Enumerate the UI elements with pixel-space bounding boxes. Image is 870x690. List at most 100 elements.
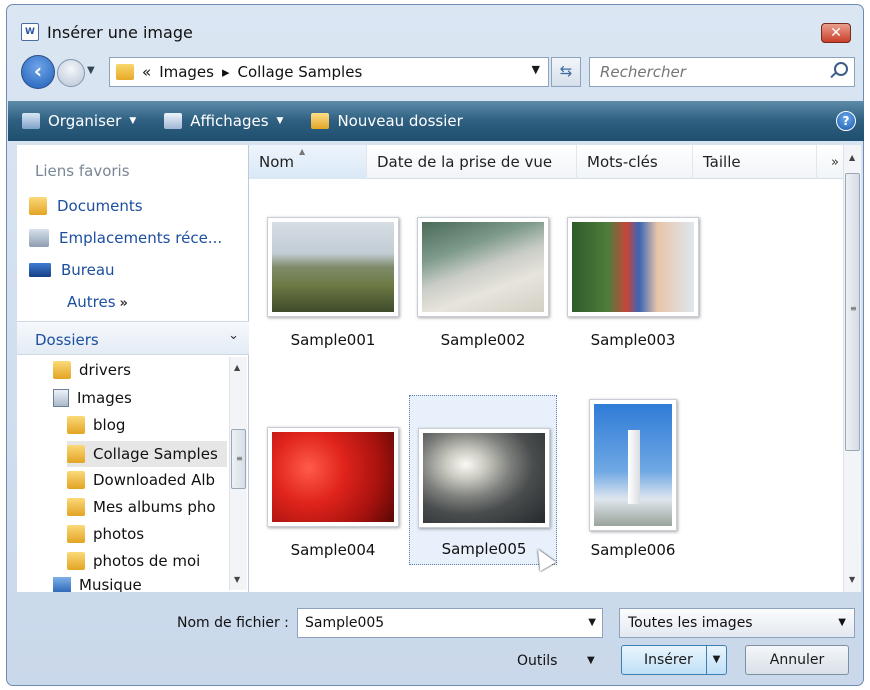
more-favorites-link[interactable]: Autres» [67, 293, 128, 311]
thumbnail-frame [267, 427, 399, 527]
favorites-heading: Liens favoris [35, 162, 130, 180]
favorite-label: Documents [57, 197, 143, 215]
tree-item-drivers[interactable]: drivers [53, 361, 131, 379]
new-folder-icon [311, 113, 330, 129]
thumbnail-label: Sample006 [590, 541, 676, 559]
tree-item-blog[interactable]: blog [67, 416, 125, 434]
scrollbar-thumb[interactable]: ≡ [845, 173, 860, 451]
tools-dropdown-icon[interactable]: ▼ [587, 655, 595, 666]
scroll-down-icon[interactable]: ▼ [849, 575, 855, 584]
column-date-taken[interactable]: Date de la prise de vue [367, 145, 577, 179]
favorite-documents[interactable]: Documents [29, 197, 143, 215]
thumbnail-item-selected[interactable]: Sample005 [409, 395, 557, 572]
insert-options-dropdown-icon[interactable]: ▼ [706, 646, 726, 674]
photo-beach-sand [422, 222, 544, 312]
sort-ascending-icon: ▲ [299, 147, 306, 156]
insert-button[interactable]: Insérer ▼ [621, 645, 727, 675]
file-type-filter[interactable]: Toutes les images ▼ [619, 608, 855, 638]
scroll-up-icon[interactable]: ▲ [849, 153, 855, 162]
tree-label: Images [77, 389, 132, 407]
folders-toggle[interactable]: Dossiers ⌄ [17, 321, 249, 355]
filename-input[interactable] [303, 610, 573, 636]
tree-item-my-albums[interactable]: Mes albums pho [67, 498, 216, 516]
views-menu[interactable]: Affichages ▼ [164, 112, 283, 130]
tree-label: blog [93, 416, 126, 434]
search-icon[interactable] [834, 62, 848, 76]
new-folder-label: Nouveau dossier [337, 112, 463, 130]
favorite-desktop[interactable]: Bureau [29, 261, 115, 279]
title-bar: W Insérer une image ✕ [7, 5, 863, 43]
photo-red-flowers [272, 432, 394, 522]
photo-child-parrot [572, 222, 694, 312]
scroll-up-icon[interactable]: ▲ [234, 363, 240, 372]
new-folder-button[interactable]: Nouveau dossier [311, 112, 463, 130]
filename-combobox[interactable]: ▼ [297, 608, 603, 638]
grip-icon: ≡ [850, 304, 857, 313]
search-input[interactable] [598, 59, 818, 85]
tree-item-photos[interactable]: photos [67, 525, 144, 543]
window-title: Insérer une image [47, 23, 193, 42]
help-icon[interactable]: ? [836, 111, 856, 131]
thumbnail-item[interactable]: Sample001 [259, 211, 407, 381]
folder-icon [53, 361, 71, 379]
dropdown-arrow-icon: ▼ [129, 116, 137, 126]
scroll-down-icon[interactable]: ▼ [234, 575, 240, 584]
cancel-button[interactable]: Annuler [745, 645, 849, 675]
thumbnail-frame [418, 428, 550, 528]
refresh-button[interactable]: ⇆ [551, 57, 581, 87]
dialog-footer: Nom de fichier : ▼ Toutes les images ▼ O… [7, 593, 863, 687]
back-button[interactable]: ‹ [21, 55, 55, 89]
tree-label: Downloaded Alb [93, 471, 216, 489]
thumbnail-item[interactable]: Sample003 [559, 211, 707, 381]
breadcrumb-images[interactable]: Images [159, 63, 214, 81]
more-label: Autres [67, 293, 116, 311]
chevron-down-icon[interactable]: ▼ [588, 617, 596, 628]
organize-label: Organiser [48, 112, 122, 130]
tree-item-photos-of-me[interactable]: photos de moi [67, 552, 200, 570]
tree-label: Collage Samples [93, 445, 218, 463]
tree-item-music[interactable]: Musique [53, 577, 142, 592]
address-dropdown-icon[interactable]: ▼ [532, 63, 540, 76]
thumbnail-label: Sample002 [440, 331, 526, 349]
breadcrumb-separator[interactable]: ▸ [222, 63, 230, 81]
folder-tree-scrollbar[interactable]: ▲ ≡ ▼ [229, 357, 247, 590]
favorite-label: Bureau [61, 261, 115, 279]
address-bar[interactable]: « Images ▸ Collage Samples ▼ [109, 57, 549, 87]
favorite-recent-places[interactable]: Emplacements réce... [29, 229, 222, 247]
tree-item-downloaded-albums[interactable]: Downloaded Alb [67, 471, 215, 489]
photo-sunset-sea [423, 433, 545, 523]
tree-label: Mes albums pho [93, 498, 216, 516]
column-name[interactable]: Nom ▲ [249, 145, 367, 179]
thumbnail-item[interactable]: Sample006 [559, 389, 707, 559]
dialog-window: W Insérer une image ✕ ‹ ▼ « Images ▸ Col… [6, 4, 864, 686]
lighthouse-tower [628, 430, 640, 504]
command-toolbar: Organiser ▼ Affichages ▼ Nouveau dossier… [8, 101, 864, 141]
scrollbar-thumb[interactable]: ≡ [231, 429, 246, 489]
breadcrumb-collage-samples[interactable]: Collage Samples [238, 63, 363, 81]
thumbnail-frame [567, 217, 699, 317]
forward-button[interactable] [57, 59, 85, 87]
organize-menu[interactable]: Organiser ▼ [22, 112, 136, 130]
column-size[interactable]: Taille [693, 145, 817, 179]
more-columns-icon[interactable]: » [831, 155, 839, 170]
file-list-scrollbar[interactable]: ▲ ≡ ▼ [843, 145, 861, 592]
desktop-icon [29, 263, 51, 277]
search-box[interactable] [589, 57, 855, 87]
filename-label: Nom de fichier : [177, 615, 289, 631]
tree-item-images[interactable]: Images [53, 389, 132, 407]
tree-item-collage-samples[interactable]: Collage Samples [67, 441, 227, 467]
dropdown-arrow-icon: ▼ [276, 116, 284, 126]
history-dropdown-icon[interactable]: ▼ [87, 65, 95, 76]
thumbnail-label: Sample004 [290, 541, 376, 559]
breadcrumb-overflow[interactable]: « [142, 63, 151, 81]
thumbnail-item[interactable]: Sample002 [409, 211, 557, 381]
favorite-label: Emplacements réce... [59, 229, 223, 247]
column-tags[interactable]: Mots-clés [577, 145, 693, 179]
insert-label: Insérer [644, 652, 693, 668]
folders-heading: Dossiers [35, 331, 99, 349]
tree-label: drivers [79, 361, 131, 379]
tools-menu[interactable]: Outils [517, 653, 557, 669]
close-button[interactable]: ✕ [821, 23, 851, 43]
folder-icon [67, 498, 85, 516]
thumbnail-item[interactable]: Sample004 [259, 389, 407, 559]
